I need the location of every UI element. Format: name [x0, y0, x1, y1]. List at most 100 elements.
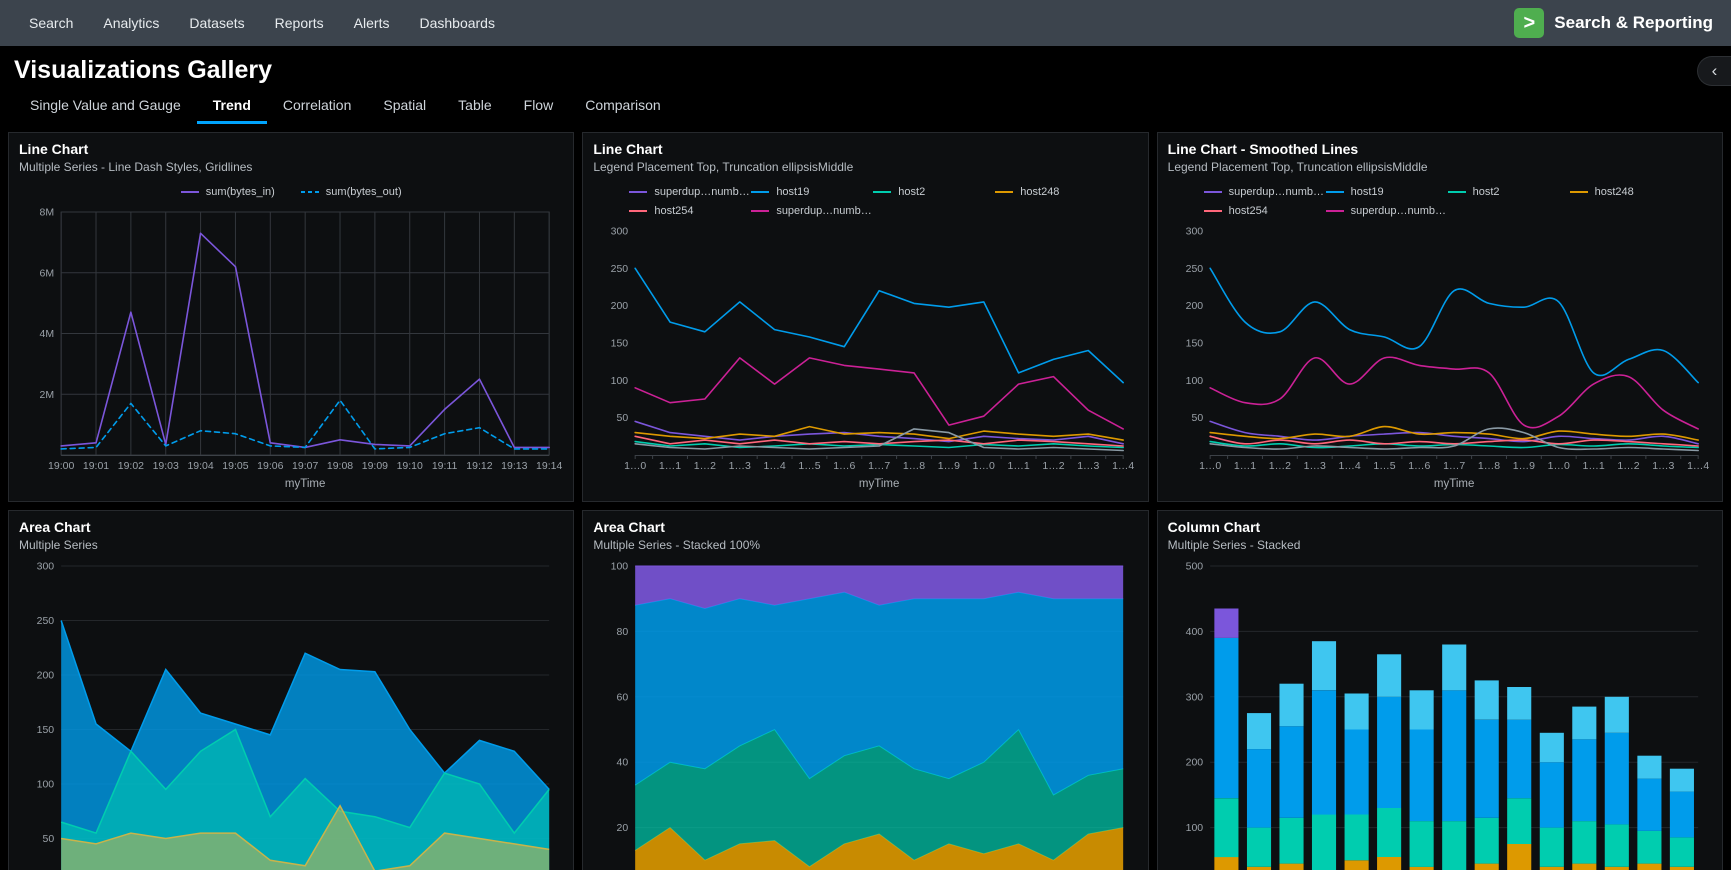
legend-item[interactable]: host19: [751, 186, 873, 198]
tab-flow[interactable]: Flow: [508, 91, 570, 124]
legend-item[interactable]: host2: [873, 186, 995, 198]
stacked-area-chart[interactable]: 20406080100: [593, 558, 1137, 870]
collapse-panel-button[interactable]: ‹: [1697, 56, 1731, 86]
page-header: Visualizations Gallery Single Value and …: [0, 46, 1731, 124]
svg-text:1…3: 1…3: [1303, 460, 1325, 472]
tab-correlation[interactable]: Correlation: [267, 91, 367, 124]
svg-text:6M: 6M: [40, 267, 55, 279]
svg-text:300: 300: [611, 226, 629, 238]
legend-swatch-icon: [181, 191, 199, 193]
svg-text:1…9: 1…9: [1512, 460, 1534, 472]
svg-text:1…1: 1…1: [659, 460, 681, 472]
svg-text:1…5: 1…5: [1373, 460, 1395, 472]
svg-text:19:03: 19:03: [153, 460, 179, 472]
chart-legend: superdup…numb…host19host2host248host254s…: [1168, 186, 1712, 217]
svg-text:1…0: 1…0: [624, 460, 646, 472]
nav-item-analytics[interactable]: Analytics: [88, 0, 174, 46]
svg-text:1…8: 1…8: [903, 460, 925, 472]
svg-text:19:08: 19:08: [327, 460, 353, 472]
legend-swatch-icon: [751, 210, 769, 212]
legend-swatch-icon: [1326, 191, 1344, 193]
nav-item-reports[interactable]: Reports: [260, 0, 339, 46]
panel-subtitle: Multiple Series - Stacked 100%: [593, 538, 1137, 552]
legend-label: host248: [1020, 186, 1059, 198]
legend-item[interactable]: host19: [1326, 186, 1448, 198]
legend-label: host248: [1595, 186, 1634, 198]
stacked-column-chart[interactable]: 100200300400500: [1168, 558, 1712, 870]
svg-text:100: 100: [37, 779, 55, 791]
legend-item[interactable]: host248: [1570, 186, 1692, 198]
tab-table[interactable]: Table: [442, 91, 507, 124]
line-chart[interactable]: 501001502002503001…01…11…21…31…41…51…61……: [593, 223, 1137, 493]
legend-item[interactable]: host2: [1448, 186, 1570, 198]
svg-text:1…2: 1…2: [1043, 460, 1065, 472]
tab-spatial[interactable]: Spatial: [367, 91, 442, 124]
nav-item-dashboards[interactable]: Dashboards: [404, 0, 510, 46]
svg-text:1…2: 1…2: [1268, 460, 1290, 472]
svg-text:80: 80: [617, 626, 629, 638]
panel-line-chart-legend-top: Line Chart Legend Placement Top, Truncat…: [582, 132, 1148, 502]
svg-text:1…1: 1…1: [1008, 460, 1030, 472]
svg-text:1…1: 1…1: [1582, 460, 1604, 472]
legend-item[interactable]: superdup…numb…: [751, 205, 873, 217]
smoothed-line-chart[interactable]: 501001502002503001…01…11…21…31…41…51…61……: [1168, 223, 1712, 493]
svg-text:1…0: 1…0: [1199, 460, 1221, 472]
svg-text:19:13: 19:13: [501, 460, 527, 472]
svg-text:60: 60: [617, 691, 629, 703]
svg-text:1…9: 1…9: [938, 460, 960, 472]
legend-item[interactable]: sum(bytes_in): [181, 186, 275, 198]
panel-line-chart-dash: Line Chart Multiple Series - Line Dash S…: [8, 132, 574, 502]
svg-text:250: 250: [611, 263, 629, 275]
svg-text:250: 250: [1185, 263, 1203, 275]
svg-text:1…3: 1…3: [1078, 460, 1100, 472]
legend-label: host2: [1473, 186, 1500, 198]
panel-area-chart-stacked100: Area Chart Multiple Series - Stacked 100…: [582, 510, 1148, 870]
svg-text:150: 150: [37, 724, 55, 736]
dashboard-grid: Line Chart Multiple Series - Line Dash S…: [0, 124, 1731, 870]
panel-subtitle: Legend Placement Top, Truncation ellipsi…: [593, 160, 1137, 174]
svg-text:19:06: 19:06: [257, 460, 283, 472]
app-brand[interactable]: > Search & Reporting: [1514, 8, 1717, 38]
svg-text:1…6: 1…6: [1408, 460, 1430, 472]
line-chart[interactable]: 2M4M6M8M19:0019:0119:0219:0319:0419:0519…: [19, 204, 563, 493]
legend-item[interactable]: host248: [995, 186, 1117, 198]
legend-swatch-icon: [995, 191, 1013, 193]
area-chart[interactable]: 50100150200250300: [19, 558, 563, 870]
panel-title: Line Chart: [593, 141, 1137, 157]
legend-item[interactable]: host254: [629, 205, 751, 217]
legend-swatch-icon: [1448, 191, 1466, 193]
tab-comparison[interactable]: Comparison: [569, 91, 676, 124]
panel-subtitle: Multiple Series: [19, 538, 563, 552]
legend-swatch-icon: [1326, 210, 1344, 212]
svg-text:1…3: 1…3: [729, 460, 751, 472]
legend-item[interactable]: sum(bytes_out): [301, 186, 402, 198]
svg-text:19:09: 19:09: [362, 460, 388, 472]
nav-item-datasets[interactable]: Datasets: [174, 0, 259, 46]
legend-label: sum(bytes_out): [326, 186, 402, 198]
svg-text:19:01: 19:01: [83, 460, 109, 472]
svg-text:19:05: 19:05: [222, 460, 248, 472]
svg-text:250: 250: [37, 615, 55, 627]
tab-single-value-and-gauge[interactable]: Single Value and Gauge: [14, 91, 197, 124]
legend-label: host2: [898, 186, 925, 198]
legend-swatch-icon: [1570, 191, 1588, 193]
svg-text:400: 400: [1185, 626, 1203, 638]
svg-text:4M: 4M: [40, 328, 55, 340]
svg-text:myTime: myTime: [1434, 478, 1474, 490]
legend-item[interactable]: superdup…numb…: [1326, 205, 1448, 217]
nav-item-search[interactable]: Search: [14, 0, 88, 46]
tab-bar: Single Value and Gauge Trend Correlation…: [14, 91, 1717, 124]
panel-title: Column Chart: [1168, 519, 1712, 535]
tab-trend[interactable]: Trend: [197, 91, 267, 124]
panel-title: Area Chart: [593, 519, 1137, 535]
svg-text:19:14: 19:14: [536, 460, 562, 472]
nav-item-alerts[interactable]: Alerts: [339, 0, 405, 46]
svg-text:50: 50: [1191, 412, 1203, 424]
legend-item[interactable]: superdup…numb…: [629, 186, 751, 198]
svg-text:150: 150: [611, 338, 629, 350]
svg-text:19:00: 19:00: [48, 460, 74, 472]
legend-item[interactable]: superdup…numb…: [1204, 186, 1326, 198]
legend-item[interactable]: host254: [1204, 205, 1326, 217]
splunk-logo-icon: >: [1514, 8, 1544, 38]
svg-text:300: 300: [37, 561, 55, 573]
